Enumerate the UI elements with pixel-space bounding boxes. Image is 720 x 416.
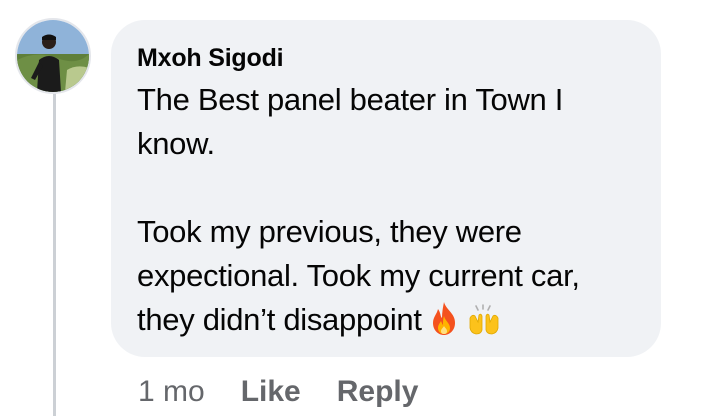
comment-paragraph-2: Took my previous, they were expectional.… (137, 214, 580, 337)
like-button[interactable]: Like (241, 374, 301, 410)
avatar[interactable] (15, 18, 91, 94)
comment-thread: Mxoh Sigodi The Best panel beater in Tow… (0, 0, 720, 416)
comment-actions: 1 mo Like Reply (138, 374, 454, 410)
raising-hands-emoji-icon (466, 304, 502, 348)
avatar-photo (17, 20, 89, 92)
comment-paragraph-1: The Best panel beater in Town I know. (137, 82, 564, 161)
thread-line (53, 92, 56, 416)
reply-button[interactable]: Reply (337, 374, 419, 410)
comment-author[interactable]: Mxoh Sigodi (137, 42, 635, 74)
comment-timestamp[interactable]: 1 mo (138, 374, 205, 410)
comment-bubble: Mxoh Sigodi The Best panel beater in Tow… (111, 20, 661, 357)
comment-text: The Best panel beater in Town I know. To… (137, 78, 635, 348)
fire-emoji-icon (428, 300, 460, 348)
